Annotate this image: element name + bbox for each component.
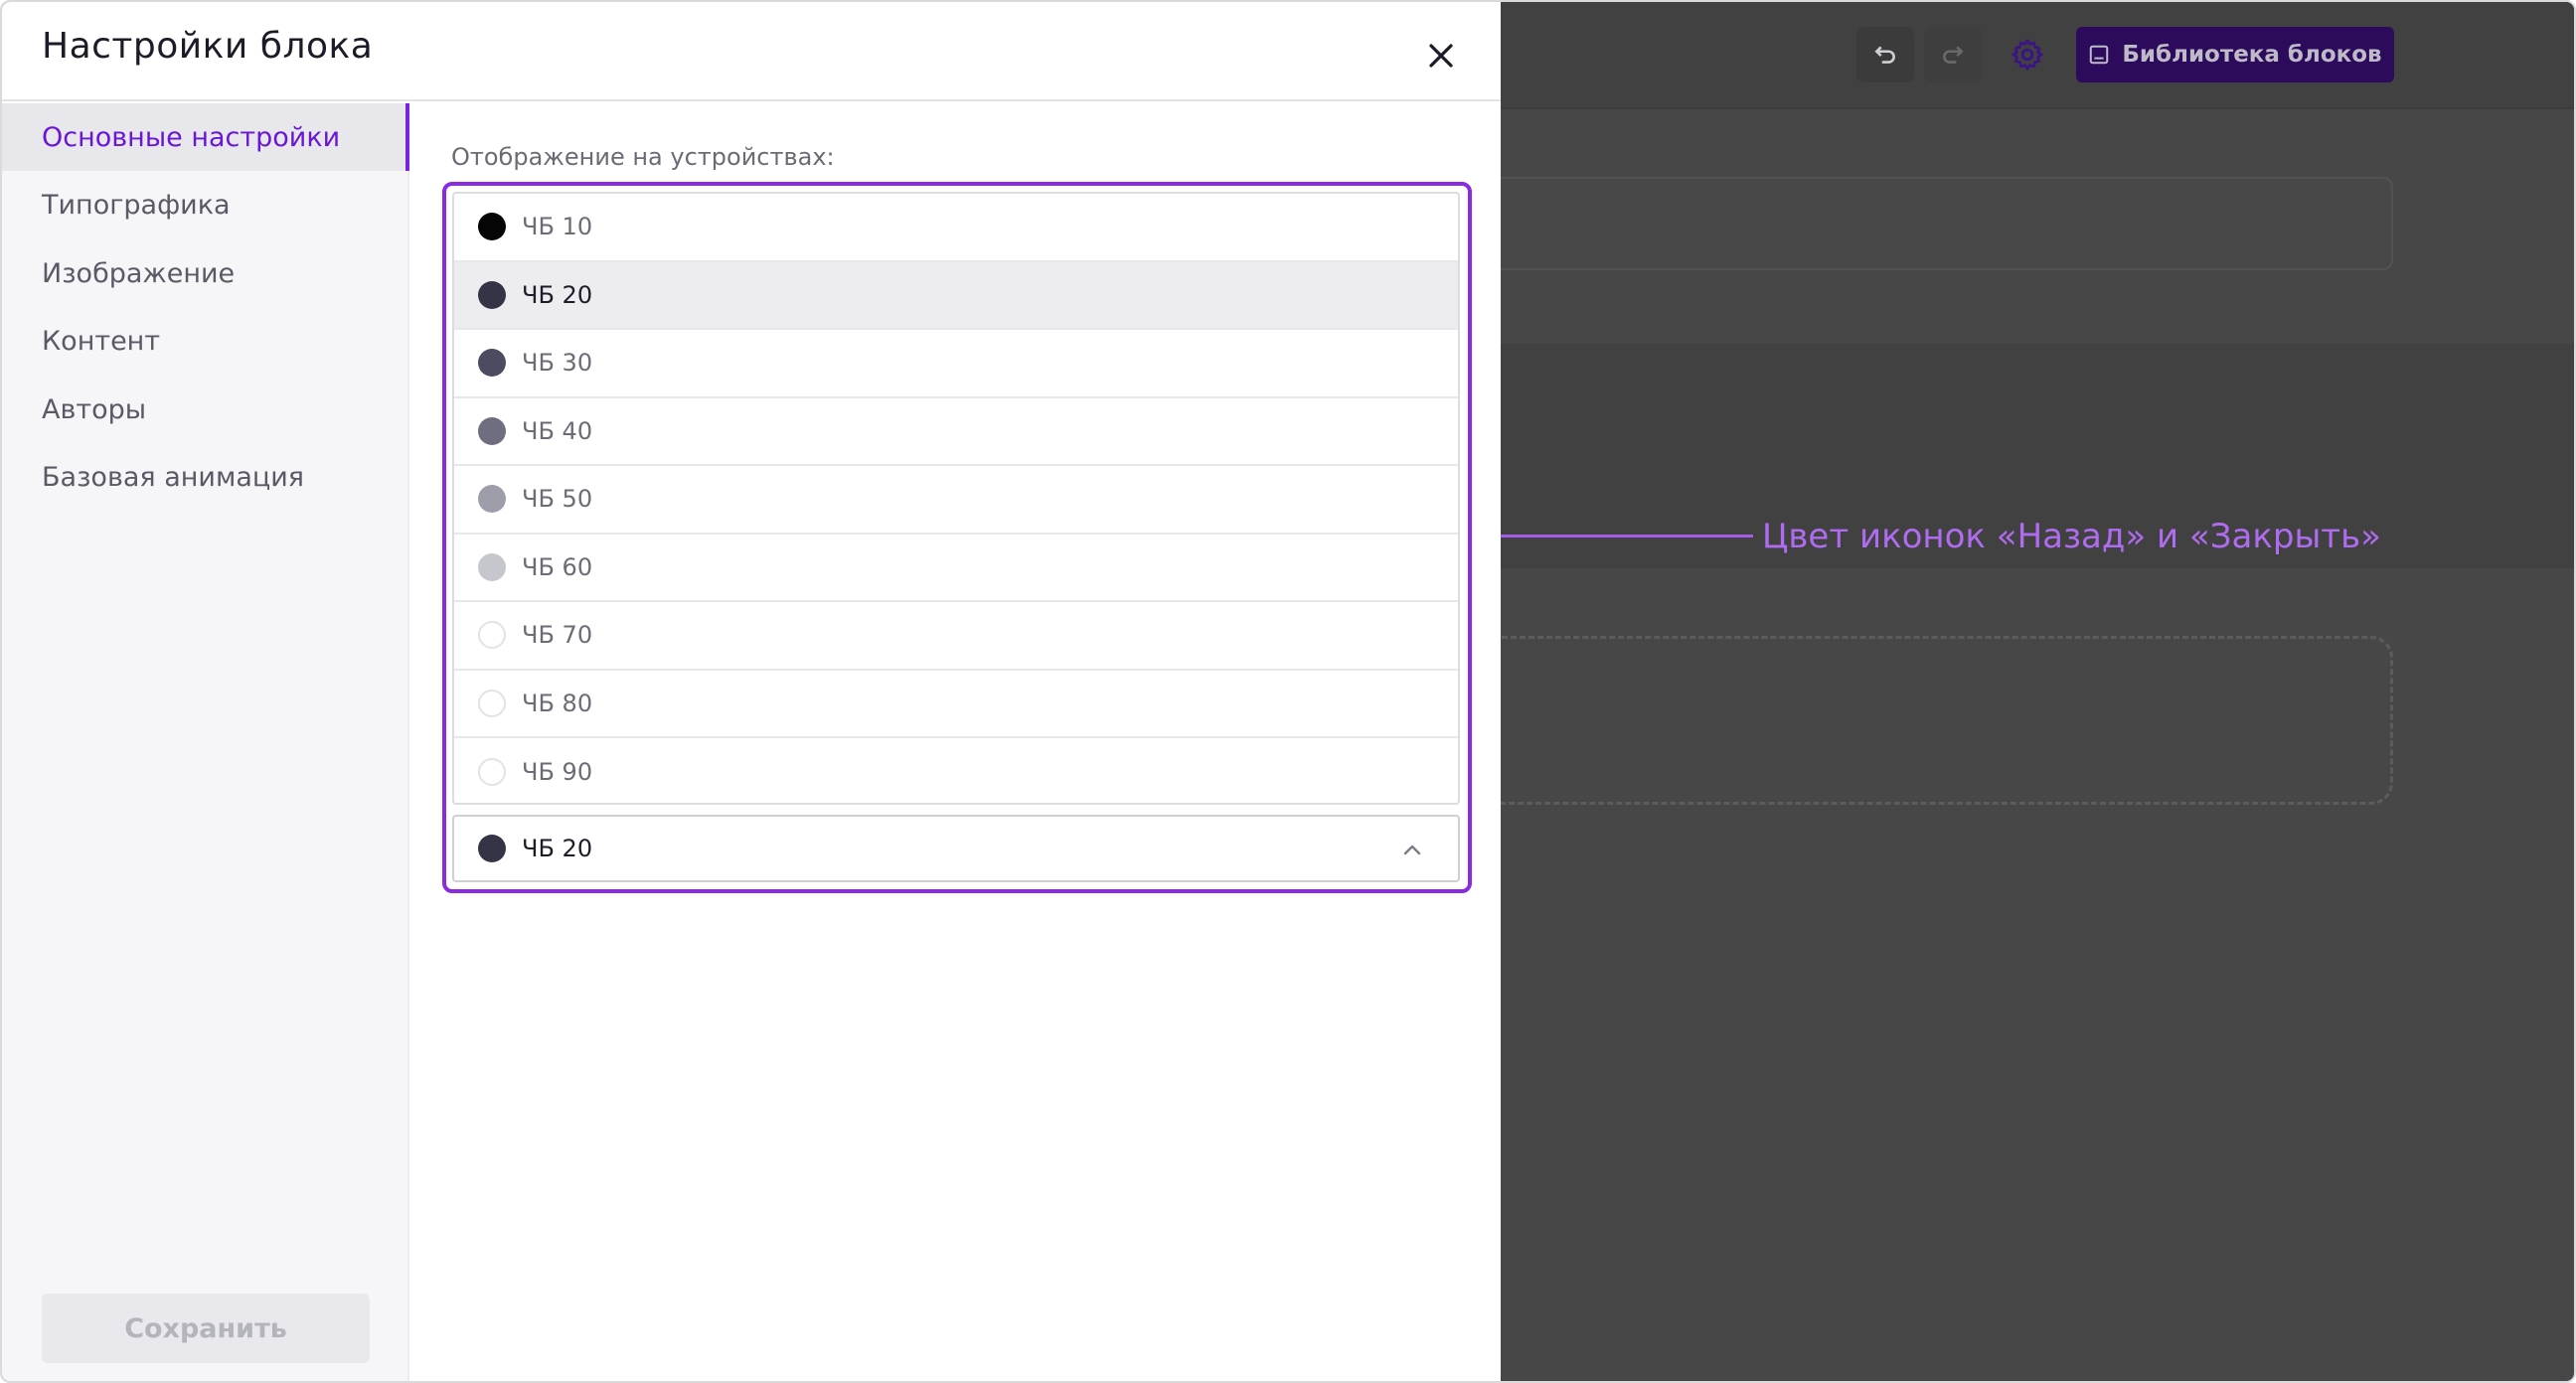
color-swatch: [478, 349, 506, 378]
color-swatch: [478, 552, 506, 581]
color-option-label: ЧБ 90: [522, 758, 593, 787]
undo-button[interactable]: [1856, 27, 1914, 82]
color-option-list: ЧБ 10 ЧБ 20 ЧБ 30 ЧБ 40 ЧБ 50 ЧБ 60 ЧБ 70 ЧБ 80…: [452, 192, 1460, 805]
gear-icon: [2012, 39, 2043, 71]
color-option-label: ЧБ 20: [522, 280, 593, 309]
color-option[interactable]: ЧБ 20: [454, 261, 1458, 330]
color-swatch: [478, 621, 506, 650]
background-field: [1501, 177, 2393, 270]
save-button[interactable]: Сохранить: [42, 1294, 370, 1363]
field-label: Отображение на устройствах:: [451, 143, 835, 171]
sidebar-item-image[interactable]: Изображение: [2, 239, 409, 307]
sidebar-item-basic[interactable]: Основные настройки: [2, 103, 409, 171]
color-option[interactable]: ЧБ 80: [454, 671, 1458, 738]
color-option[interactable]: ЧБ 50: [454, 466, 1458, 535]
settings-button[interactable]: [1998, 27, 2057, 82]
image-icon: [2090, 45, 2109, 65]
color-option[interactable]: ЧБ 40: [454, 398, 1458, 466]
sidebar-item-content[interactable]: Контент: [2, 307, 409, 375]
selected-color-swatch: [478, 835, 506, 862]
color-option-label: ЧБ 50: [522, 485, 593, 514]
color-option-label: ЧБ 70: [522, 621, 593, 650]
close-button[interactable]: [1413, 28, 1469, 83]
sidebar-item-animation[interactable]: Базовая анимация: [2, 443, 409, 511]
color-option-label: ЧБ 60: [522, 552, 593, 581]
sidebar-item-authors[interactable]: Авторы: [2, 376, 409, 443]
redo-icon: [1943, 46, 1964, 64]
annotation-line: [1485, 535, 1753, 538]
modal-title: Настройки блока: [42, 26, 374, 67]
color-option-label: ЧБ 30: [522, 349, 593, 378]
color-swatch: [478, 213, 506, 241]
color-swatch: [478, 689, 506, 717]
color-option[interactable]: ЧБ 90: [454, 738, 1458, 803]
chevron-up-icon[interactable]: [1400, 839, 1424, 862]
close-icon: [1429, 44, 1453, 68]
redo-button[interactable]: [1924, 27, 1982, 82]
settings-sidebar: Основные настройки Типографика Изображен…: [2, 103, 409, 1381]
app-frame: Библиотека блоков Цвет иконок «Назад» и …: [0, 0, 2576, 1383]
color-option[interactable]: ЧБ 10: [454, 194, 1458, 262]
modal-header: Настройки блока: [2, 2, 1501, 101]
block-library-label: Библиотека блоков: [2122, 42, 2382, 68]
color-option[interactable]: ЧБ 60: [454, 535, 1458, 602]
color-swatch: [478, 280, 506, 309]
annotation-text: Цвет иконок «Назад» и «Закрыть»: [1762, 517, 2381, 556]
color-swatch: [478, 758, 506, 787]
color-option-label: ЧБ 40: [522, 416, 593, 445]
color-option[interactable]: ЧБ 70: [454, 602, 1458, 671]
block-library-button[interactable]: Библиотека блоков: [2076, 27, 2394, 82]
color-select[interactable]: ЧБ 20: [452, 815, 1460, 882]
background-dropzone: [1493, 636, 2393, 805]
selected-color-label: ЧБ 20: [522, 835, 593, 862]
color-option[interactable]: ЧБ 30: [454, 330, 1458, 398]
block-settings-modal: Настройки блока Основные настройки Типог…: [2, 2, 1501, 1381]
color-option-label: ЧБ 10: [522, 213, 593, 241]
sidebar-item-typography[interactable]: Типографика: [2, 171, 409, 238]
undo-icon: [1874, 46, 1895, 64]
color-option-label: ЧБ 80: [522, 689, 593, 717]
color-swatch: [478, 416, 506, 445]
color-swatch: [478, 485, 506, 514]
